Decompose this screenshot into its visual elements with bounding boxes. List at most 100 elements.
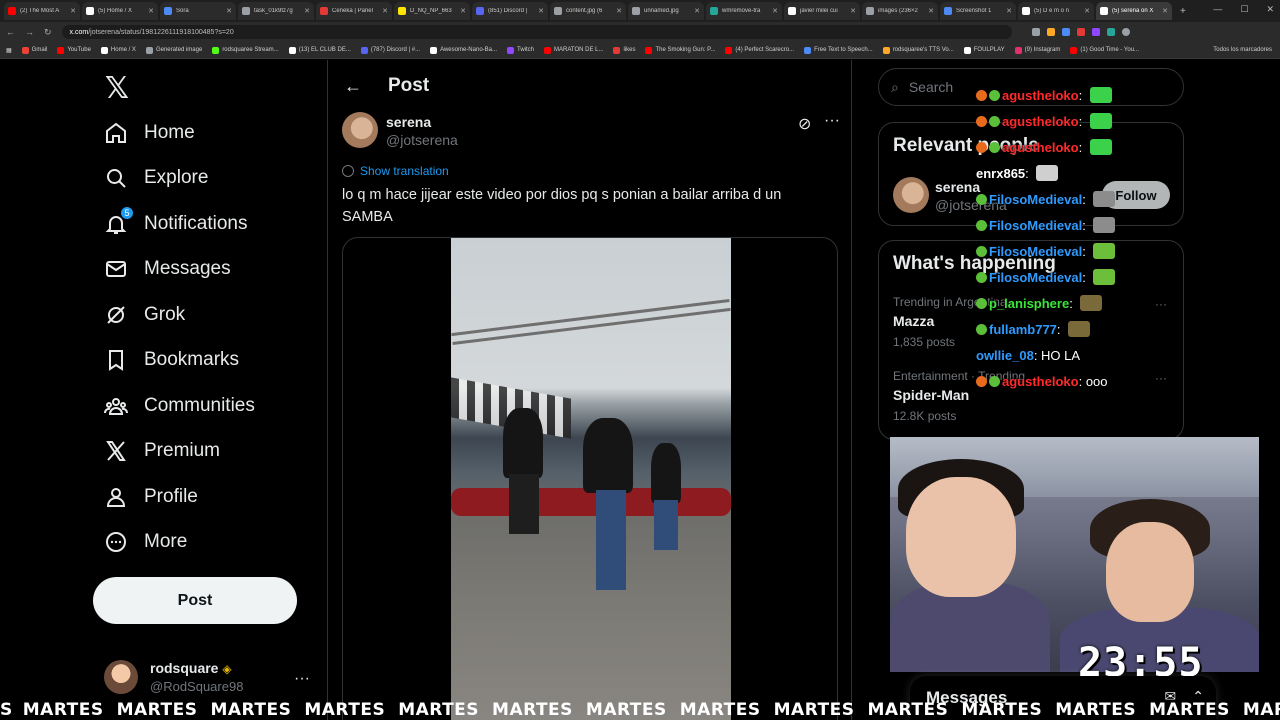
bookmark-item[interactable]: YouTube <box>57 46 91 54</box>
nav-item-notifications[interactable]: 5 Notifications <box>92 201 302 247</box>
bookmark-item[interactable]: (4) Perfect Scarecro... <box>725 46 794 54</box>
chat-separator: : <box>1078 113 1086 129</box>
browser-tab[interactable]: Screenshot 1 ✕ <box>940 2 1016 20</box>
bookmark-item[interactable]: rodsquaree's TTS Vo... <box>882 46 954 54</box>
bookmark-item[interactable]: FOULPLAY <box>963 46 1005 54</box>
bookmark-item[interactable]: The Smoking Gun: P... <box>645 46 715 54</box>
bookmark-item[interactable]: Free Text to Speech... <box>804 46 873 54</box>
bookmark-item[interactable]: (1) Good Time - You... <box>1070 46 1139 54</box>
bookmark-item[interactable]: Twitch <box>507 46 534 54</box>
chat-emoji-icon <box>976 245 987 257</box>
profile-avatar-icon[interactable] <box>1121 28 1130 36</box>
bookmark-item[interactable]: likes <box>613 46 635 54</box>
browser-tab[interactable]: wmremove-tra ✕ <box>706 2 782 20</box>
tab-close-icon[interactable]: ✕ <box>226 7 232 15</box>
nav-item-more[interactable]: More <box>92 520 302 566</box>
bookmark-item[interactable]: Awesome-Nano-Ba... <box>430 46 497 54</box>
bookmark-favicon-icon <box>613 46 621 54</box>
bookmark-item[interactable]: (9) Instagram <box>1014 46 1060 54</box>
tab-close-icon[interactable]: ✕ <box>304 7 310 15</box>
browser-tab[interactable]: (851) Discord | ✕ <box>472 2 548 20</box>
post-more-icon[interactable]: ··· <box>824 112 840 130</box>
tab-close-icon[interactable]: ✕ <box>148 7 154 15</box>
tab-close-icon[interactable]: ✕ <box>1006 7 1012 15</box>
tab-close-icon[interactable]: ✕ <box>1084 7 1090 15</box>
author-handle[interactable]: @jotserena <box>386 132 458 148</box>
tab-close-icon[interactable]: ✕ <box>772 7 778 15</box>
chat-badge-icon <box>976 89 987 101</box>
author-avatar[interactable] <box>342 112 378 148</box>
video-player[interactable] <box>451 238 731 720</box>
account-more-icon[interactable]: ··· <box>294 670 310 688</box>
extension-icon[interactable] <box>1061 28 1070 36</box>
nav-item-explore[interactable]: Explore <box>92 156 302 202</box>
post-media[interactable] <box>342 237 838 720</box>
extension-icon[interactable] <box>1076 28 1085 36</box>
nav-item-bookmarks[interactable]: Bookmarks <box>92 338 302 384</box>
tab-close-icon[interactable]: ✕ <box>70 7 76 15</box>
tab-label: unnamed.jpg <box>644 8 679 14</box>
bookmark-item[interactable]: (787) Discord | #... <box>360 46 420 54</box>
extension-icon[interactable] <box>1091 28 1100 36</box>
browser-tab[interactable]: Sora ✕ <box>160 2 236 20</box>
tab-close-icon[interactable]: ✕ <box>616 7 622 15</box>
minimize-icon[interactable]: — <box>1213 4 1222 15</box>
tab-close-icon[interactable]: ✕ <box>694 7 700 15</box>
browser-tab[interactable]: Ceneka | Panel ✕ <box>316 2 392 20</box>
tab-label: task_01k9tz7g <box>254 8 293 14</box>
nav-item-premium[interactable]: Premium <box>92 429 302 475</box>
bookmark-item[interactable]: (13) EL CLUB DE... <box>288 46 351 54</box>
author-name[interactable]: serena <box>386 114 458 130</box>
browser-tab[interactable]: (2) The Most A ✕ <box>4 2 80 20</box>
nav-item-home[interactable]: Home <box>92 110 302 156</box>
tab-label: (5) serena on X <box>1112 8 1154 14</box>
apps-icon[interactable]: ▦ <box>6 47 12 54</box>
nav-item-messages[interactable]: Messages <box>92 247 302 293</box>
account-switcher[interactable]: rodsquare ◈ @RodSquare98 <box>104 660 243 694</box>
bookmark-item[interactable]: MARATON DE L... <box>544 46 603 54</box>
maximize-icon[interactable]: ☐ <box>1240 4 1248 15</box>
reload-icon[interactable]: ↻ <box>44 27 52 38</box>
post-author[interactable]: serena @jotserena <box>342 112 458 148</box>
browser-tab[interactable]: D_NQ_NP_663 ✕ <box>394 2 470 20</box>
show-translation-link[interactable]: Show translation <box>342 164 449 178</box>
extension-icon[interactable] <box>1046 28 1055 36</box>
browser-tab[interactable]: (5) serena on X ✕ <box>1096 2 1172 20</box>
bookmark-item[interactable]: Generated image <box>145 46 202 54</box>
browser-tab[interactable]: javier milei cui ✕ <box>784 2 860 20</box>
nav-item-grok[interactable]: Grok <box>92 292 302 338</box>
tab-close-icon[interactable]: ✕ <box>538 7 544 15</box>
bookmark-item[interactable]: Home / X <box>100 46 136 54</box>
extension-icon[interactable] <box>1031 28 1040 36</box>
new-tab-icon[interactable]: + <box>1174 6 1192 17</box>
nav-item-profile[interactable]: Profile <box>92 474 302 520</box>
search-icon: ⌕ <box>891 78 899 95</box>
browser-tab[interactable]: content.jpg (6 ✕ <box>550 2 626 20</box>
relevant-person-avatar[interactable] <box>893 177 929 213</box>
post-button[interactable]: Post <box>93 577 297 624</box>
url-field[interactable]: x.com/jotserena/status/19812261119181004… <box>61 25 1012 39</box>
tab-close-icon[interactable]: ✕ <box>928 7 934 15</box>
browser-tab[interactable]: unnamed.jpg ✕ <box>628 2 704 20</box>
tab-close-icon[interactable]: ✕ <box>850 7 856 15</box>
chat-emote-icon <box>1089 87 1112 103</box>
tab-close-icon[interactable]: ✕ <box>460 7 466 15</box>
tab-close-icon[interactable]: ✕ <box>382 7 388 15</box>
nav-item-communities[interactable]: Communities <box>92 383 302 429</box>
browser-tab[interactable]: (5) Home / X ✕ <box>82 2 158 20</box>
close-window-icon[interactable]: ✕ <box>1266 4 1274 15</box>
browser-tab[interactable]: images (236×2 ✕ <box>862 2 938 20</box>
chat-separator: : <box>1082 217 1090 233</box>
bookmark-item[interactable]: rodsquaree Stream... <box>212 46 279 54</box>
back-icon[interactable]: ← <box>6 27 15 37</box>
all-bookmarks[interactable]: Todos los marcadores <box>1213 47 1272 53</box>
browser-tab[interactable]: task_01k9tz7g ✕ <box>238 2 314 20</box>
forward-icon[interactable]: → <box>25 27 34 37</box>
tab-close-icon[interactable]: ✕ <box>1162 7 1168 15</box>
back-arrow-icon[interactable]: ← <box>344 76 362 97</box>
extension-icon[interactable] <box>1106 28 1115 36</box>
x-logo-icon[interactable]: 𝕏 <box>92 66 142 110</box>
grok-icon[interactable]: ⊘ <box>798 114 811 134</box>
browser-tab[interactable]: (5) D e m o n ✕ <box>1018 2 1094 20</box>
bookmark-item[interactable]: Gmail <box>21 46 47 54</box>
